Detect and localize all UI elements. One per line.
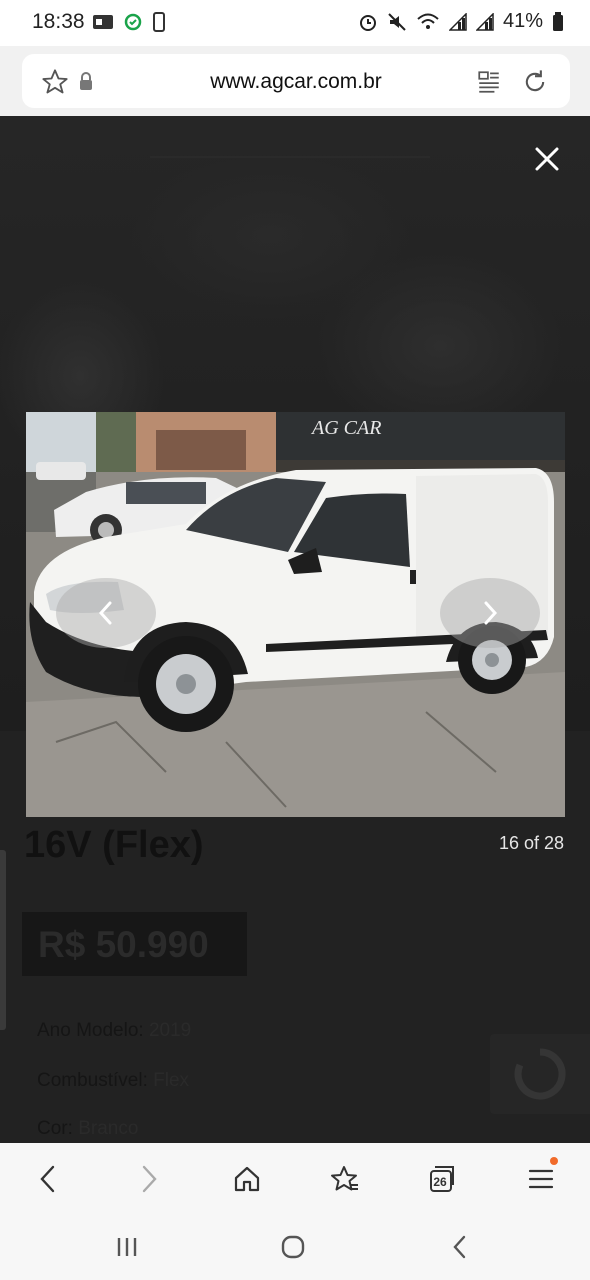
tab-count: 26 bbox=[433, 1175, 447, 1189]
photo-counter: 16 of 28 bbox=[498, 833, 564, 853]
page-logo bbox=[150, 116, 430, 158]
signal-icon bbox=[475, 12, 494, 31]
alarm-icon bbox=[359, 14, 376, 31]
home-button[interactable] bbox=[224, 1157, 270, 1201]
spec-label: Combustível: bbox=[37, 1070, 148, 1091]
spec-row: Combustível: Flex bbox=[37, 1070, 189, 1092]
battery-percentage: 41% bbox=[502, 10, 543, 32]
status-time: 18:38 bbox=[32, 10, 85, 33]
bookmark-star-icon bbox=[331, 1166, 358, 1191]
recaptcha-badge[interactable] bbox=[490, 1034, 590, 1114]
system-navigation-bar bbox=[0, 1215, 590, 1280]
system-back-icon bbox=[453, 1235, 466, 1259]
next-photo-button[interactable] bbox=[440, 578, 540, 648]
chevron-right-icon bbox=[484, 601, 498, 625]
spec-value: Flex bbox=[153, 1070, 190, 1091]
status-notification-icons bbox=[92, 12, 166, 32]
reload-icon[interactable] bbox=[520, 67, 550, 97]
browser-address-area: www.agcar.com.br bbox=[0, 46, 590, 116]
mute-icon bbox=[388, 12, 406, 31]
forward-arrow-icon bbox=[142, 1165, 157, 1193]
bookmarks-button[interactable] bbox=[322, 1157, 368, 1201]
spec-row: Cor: Branco bbox=[37, 1118, 138, 1140]
system-back-button[interactable] bbox=[434, 1229, 484, 1265]
address-bar[interactable]: www.agcar.com.br bbox=[22, 54, 570, 108]
page-title: 16V (Flex) bbox=[24, 824, 204, 866]
sync-icon bbox=[124, 13, 142, 31]
menu-button[interactable] bbox=[518, 1157, 564, 1201]
notification-dot bbox=[550, 1157, 558, 1165]
wifi-icon bbox=[417, 13, 439, 29]
price-text: R$ 50.990 bbox=[38, 924, 209, 965]
back-arrow-icon bbox=[40, 1165, 55, 1193]
forward-button[interactable] bbox=[126, 1157, 172, 1201]
recaptcha-icon bbox=[514, 1048, 566, 1100]
system-home-icon bbox=[281, 1235, 305, 1259]
chevron-left-icon bbox=[98, 601, 112, 625]
signal-icon bbox=[448, 12, 467, 31]
browser-toolbar: 26 bbox=[0, 1143, 590, 1215]
home-icon bbox=[234, 1166, 260, 1192]
spec-label: Ano Modelo: bbox=[37, 1020, 144, 1041]
close-icon bbox=[535, 147, 559, 171]
tabs-button[interactable]: 26 bbox=[419, 1157, 465, 1201]
spec-value: Branco bbox=[78, 1118, 139, 1139]
close-button[interactable] bbox=[520, 130, 574, 188]
android-auto-icon bbox=[93, 15, 113, 29]
recent-apps-button[interactable] bbox=[102, 1229, 152, 1265]
hamburger-menu-icon bbox=[528, 1169, 554, 1189]
spec-value: 2019 bbox=[148, 1020, 192, 1041]
price-badge: R$ 50.990 bbox=[22, 912, 247, 976]
status-bar: 18:38 41% bbox=[0, 0, 590, 46]
status-system-icons: 41% bbox=[358, 10, 564, 33]
previous-photo-button[interactable] bbox=[56, 578, 156, 648]
battery-icon bbox=[553, 11, 563, 31]
scroll-handle[interactable] bbox=[0, 850, 6, 1030]
reader-mode-icon[interactable] bbox=[474, 67, 504, 97]
device-icon bbox=[153, 12, 165, 32]
spec-row: Ano Modelo: 2019 bbox=[37, 1020, 191, 1042]
back-button[interactable] bbox=[25, 1157, 71, 1201]
system-home-button[interactable] bbox=[268, 1229, 318, 1265]
svg-text:AG CAR: AG CAR bbox=[310, 417, 381, 439]
spec-label: Cor: bbox=[37, 1118, 73, 1139]
recent-apps-icon bbox=[117, 1238, 137, 1256]
